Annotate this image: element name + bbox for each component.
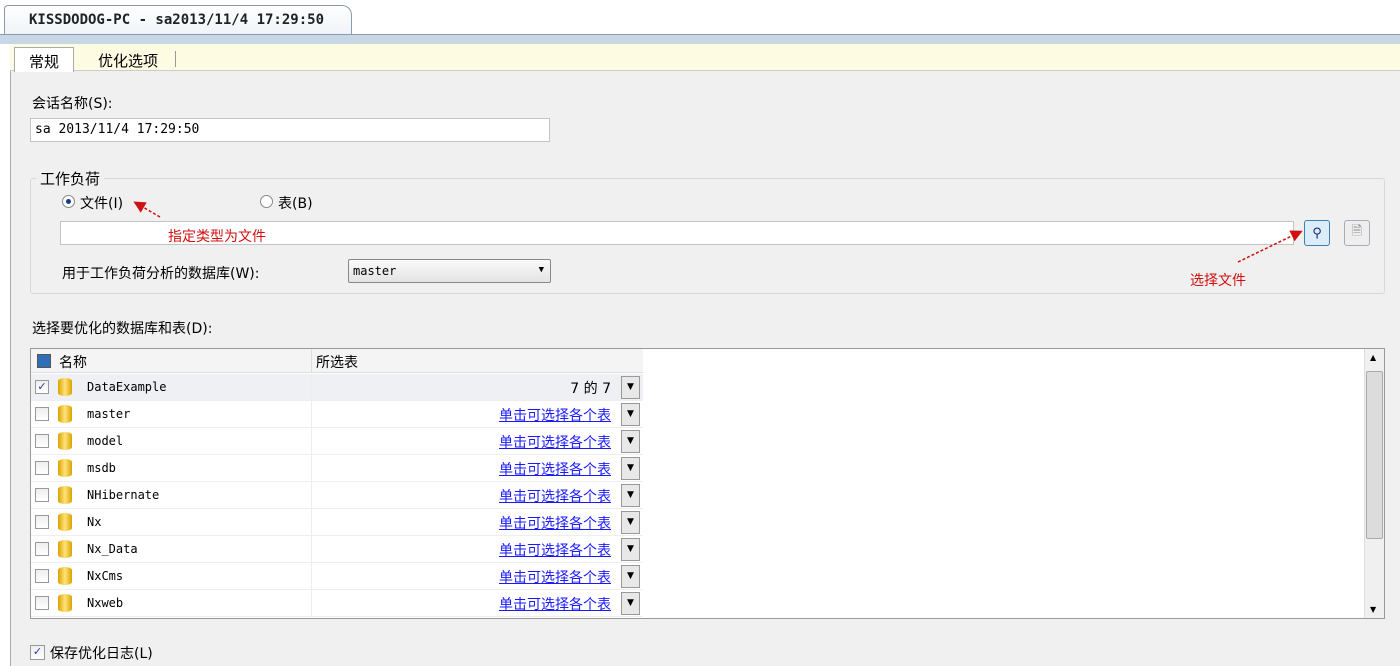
database-name: model — [87, 434, 124, 448]
grid-header: 名称 所选表 — [31, 349, 643, 373]
select-all-checkbox[interactable] — [37, 354, 51, 368]
select-tables-link[interactable]: 单击可选择各个表 — [499, 513, 611, 533]
vertical-scrollbar[interactable]: ▲ ▼ — [1364, 349, 1384, 618]
scroll-thumb[interactable] — [1366, 371, 1383, 539]
row-dropdown-button[interactable]: ▼ — [621, 403, 640, 426]
table-row[interactable]: master 单击可选择各个表 ▼ — [31, 401, 643, 428]
table-row[interactable]: Nxweb 单击可选择各个表 ▼ — [31, 590, 643, 617]
row-checkbox[interactable] — [35, 569, 49, 583]
row-checkbox[interactable] — [35, 596, 49, 610]
row-checkbox[interactable]: ✓ — [35, 380, 49, 394]
database-name: master — [87, 407, 131, 421]
table-row[interactable]: msdb 单击可选择各个表 ▼ — [31, 455, 643, 482]
select-tables-link[interactable]: 单击可选择各个表 — [499, 567, 611, 587]
table-row[interactable]: Nx 单击可选择各个表 ▼ — [31, 509, 643, 536]
database-icon — [58, 486, 72, 504]
annotation-arrows — [133, 201, 1303, 263]
row-checkbox[interactable] — [35, 434, 49, 448]
database-name: NHibernate — [87, 488, 160, 502]
select-tables-link[interactable]: 单击可选择各个表 — [499, 540, 611, 560]
chevron-down-icon: ▼ — [627, 517, 634, 527]
database-name: Nxweb — [87, 596, 124, 610]
db-section-label: 选择要优化的数据库和表(D): — [32, 321, 213, 337]
database-icon — [58, 567, 72, 585]
selected-tables-count: 7 的 7 — [570, 381, 611, 397]
chevron-down-icon: ▼ — [627, 409, 634, 419]
row-dropdown-button[interactable]: ▼ — [621, 511, 640, 534]
database-icon — [58, 594, 72, 612]
chevron-down-icon: ▼ — [627, 598, 634, 608]
row-checkbox[interactable] — [35, 515, 49, 529]
select-tables-link[interactable]: 单击可选择各个表 — [499, 405, 611, 425]
row-dropdown-button[interactable]: ▼ — [621, 592, 640, 615]
database-icon — [58, 513, 72, 531]
table-row[interactable]: ✓ DataExample 7 的 7 ▼ — [31, 374, 643, 401]
save-log-label: 保存优化日志(L) — [50, 646, 153, 662]
database-name: Nx — [87, 515, 102, 529]
header-name[interactable]: 名称 — [59, 352, 87, 372]
row-dropdown-button[interactable]: ▼ — [621, 565, 640, 588]
scroll-down-icon[interactable]: ▼ — [1370, 605, 1376, 614]
database-icon — [58, 405, 72, 423]
row-dropdown-button[interactable]: ▼ — [621, 538, 640, 561]
row-dropdown-button[interactable]: ▼ — [621, 484, 640, 507]
header-selected-tables[interactable]: 所选表 — [316, 352, 358, 372]
chevron-down-icon: ▼ — [627, 571, 634, 581]
database-icon — [58, 540, 72, 558]
database-grid: 名称 所选表 ✓ DataExample 7 的 7 ▼ master 单击可选… — [30, 348, 1385, 619]
database-name: Nx_Data — [87, 542, 138, 556]
database-icon — [58, 378, 72, 396]
database-name: DataExample — [87, 380, 167, 394]
table-row[interactable]: NxCms 单击可选择各个表 ▼ — [31, 563, 643, 590]
select-tables-link[interactable]: 单击可选择各个表 — [499, 432, 611, 452]
row-dropdown-button[interactable]: ▼ — [621, 376, 640, 399]
table-row[interactable]: NHibernate 单击可选择各个表 ▼ — [31, 482, 643, 509]
chevron-down-icon: ▼ — [627, 490, 634, 500]
database-icon — [58, 459, 72, 477]
arrow-to-file-radio — [133, 201, 161, 218]
row-checkbox[interactable] — [35, 407, 49, 421]
row-checkbox[interactable] — [35, 488, 49, 502]
table-row[interactable]: Nx_Data 单击可选择各个表 ▼ — [31, 536, 643, 563]
database-icon — [58, 432, 72, 450]
arrow-to-browse-button — [1237, 230, 1303, 263]
row-dropdown-button[interactable]: ▼ — [621, 430, 640, 453]
select-tables-link[interactable]: 单击可选择各个表 — [499, 594, 611, 614]
chevron-down-icon: ▼ — [627, 382, 634, 392]
scroll-up-icon[interactable]: ▲ — [1370, 353, 1376, 362]
row-checkbox[interactable] — [35, 542, 49, 556]
database-name: msdb — [87, 461, 116, 475]
table-row[interactable]: model 单击可选择各个表 ▼ — [31, 428, 643, 455]
row-dropdown-button[interactable]: ▼ — [621, 457, 640, 480]
row-checkbox[interactable] — [35, 461, 49, 475]
save-log-checkbox[interactable]: ✓ — [30, 645, 45, 660]
chevron-down-icon: ▼ — [627, 463, 634, 473]
select-tables-link[interactable]: 单击可选择各个表 — [499, 459, 611, 479]
database-name: NxCms — [87, 569, 124, 583]
chevron-down-icon: ▼ — [627, 436, 634, 446]
select-tables-link[interactable]: 单击可选择各个表 — [499, 486, 611, 506]
chevron-down-icon: ▼ — [627, 544, 634, 554]
